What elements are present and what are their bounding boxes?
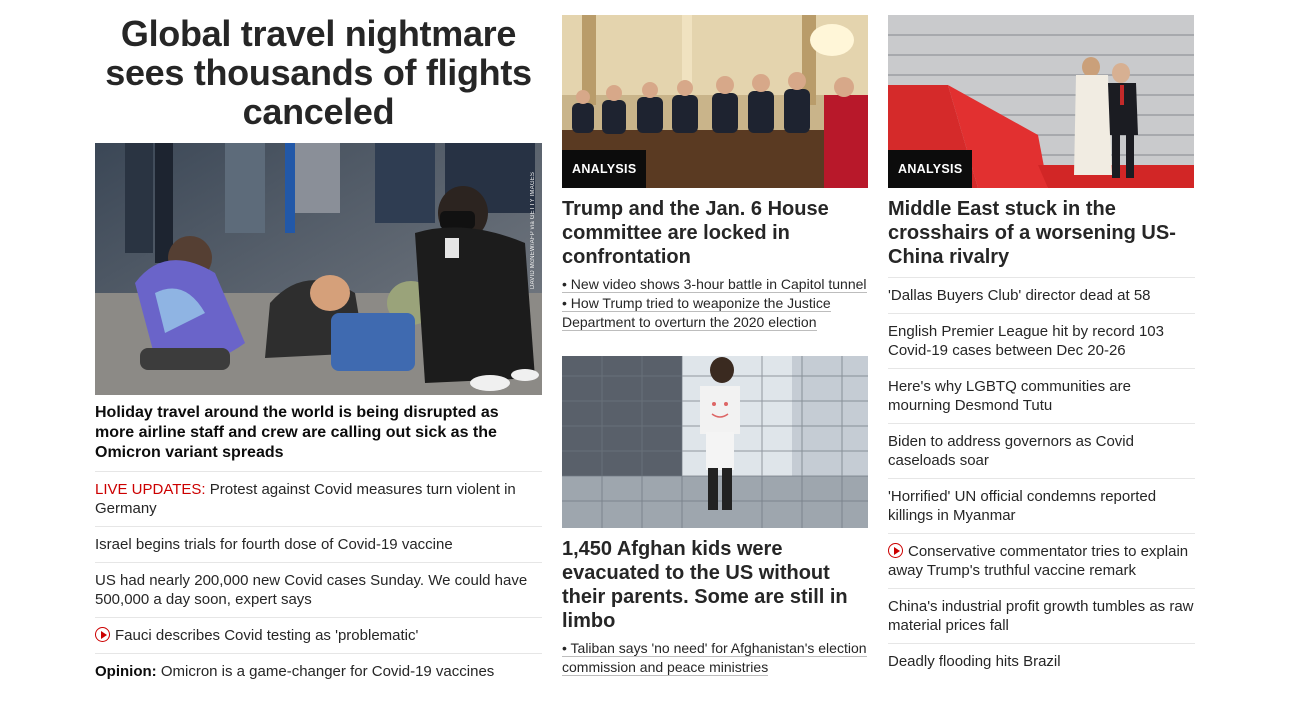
jan6-committee-image[interactable]: ANALYSIS bbox=[562, 15, 868, 188]
list-item-text: Conservative commentator tries to explai… bbox=[888, 543, 1189, 579]
list-item[interactable]: Fauci describes Covid testing as 'proble… bbox=[95, 618, 542, 654]
analysis-badge: ANALYSIS bbox=[888, 150, 973, 188]
list-item[interactable]: English Premier League hit by record 103… bbox=[888, 314, 1195, 369]
lead-story-image[interactable]: DAVID McNEW/AFP via GETTY IMAGES bbox=[95, 143, 542, 395]
live-updates-label: LIVE UPDATES: bbox=[95, 481, 206, 498]
list-item-text: Omicron is a game-changer for Covid-19 v… bbox=[156, 663, 495, 680]
list-item[interactable]: Biden to address governors as Covid case… bbox=[888, 424, 1195, 479]
lead-story-summary[interactable]: Holiday travel around the world is being… bbox=[95, 403, 542, 472]
lead-story-column: Global travel nightmare sees thousands o… bbox=[95, 0, 542, 689]
list-item-text: Biden to address governors as Covid case… bbox=[888, 433, 1134, 469]
list-item[interactable]: Israel begins trials for fourth dose of … bbox=[95, 527, 542, 563]
list-item-text: Here's why LGBTQ communities are mournin… bbox=[888, 378, 1131, 414]
list-item[interactable]: Here's why LGBTQ communities are mournin… bbox=[888, 369, 1195, 424]
list-item-text: English Premier League hit by record 103… bbox=[888, 323, 1164, 359]
list-item-text: US had nearly 200,000 new Covid cases Su… bbox=[95, 572, 528, 608]
list-item[interactable]: Opinion: Omicron is a game-changer for C… bbox=[95, 654, 542, 689]
list-item[interactable]: Deadly flooding hits Brazil bbox=[888, 644, 1195, 679]
afghan-kids-headline[interactable]: 1,450 Afghan kids were evacuated to the … bbox=[562, 537, 868, 633]
middle-column: ANALYSIS Trump and the Jan. 6 House comm… bbox=[562, 0, 868, 677]
afghan-kids-image[interactable] bbox=[562, 356, 868, 528]
list-item-text: Fauci describes Covid testing as 'proble… bbox=[115, 627, 419, 644]
list-item[interactable]: LIVE UPDATES: Protest against Covid meas… bbox=[95, 472, 542, 527]
play-video-icon bbox=[888, 543, 903, 558]
related-link[interactable]: • How Trump tried to weaponize the Justi… bbox=[562, 295, 831, 331]
lead-headline[interactable]: Global travel nightmare sees thousands o… bbox=[95, 14, 542, 131]
list-item[interactable]: China's industrial profit growth tumbles… bbox=[888, 589, 1195, 644]
list-item[interactable]: 'Dallas Buyers Club' director dead at 58 bbox=[888, 278, 1195, 314]
right-headlines-list: 'Dallas Buyers Club' director dead at 58… bbox=[888, 278, 1195, 679]
play-video-icon bbox=[95, 627, 110, 642]
afghan-related-links: • Taliban says 'no need' for Afghanistan… bbox=[562, 639, 868, 677]
photo-credit: DAVID McNEW/AFP via GETTY IMAGES bbox=[530, 171, 536, 289]
list-item-text: 'Horrified' UN official condemns reporte… bbox=[888, 488, 1157, 524]
opinion-label: Opinion: bbox=[95, 663, 157, 680]
afghan-child-photo bbox=[562, 356, 868, 528]
right-column: ANALYSIS Middle East stuck in the crossh… bbox=[888, 0, 1195, 679]
middle-east-headline[interactable]: Middle East stuck in the crosshairs of a… bbox=[888, 197, 1195, 278]
jan6-headline[interactable]: Trump and the Jan. 6 House committee are… bbox=[562, 197, 868, 269]
list-item-text: Deadly flooding hits Brazil bbox=[888, 653, 1061, 670]
travelers-photo bbox=[95, 143, 542, 395]
list-item[interactable]: Conservative commentator tries to explai… bbox=[888, 534, 1195, 589]
related-link[interactable]: • New video shows 3-hour battle in Capit… bbox=[562, 276, 867, 293]
list-item-text: 'Dallas Buyers Club' director dead at 58 bbox=[888, 287, 1151, 304]
list-item-text: China's industrial profit growth tumbles… bbox=[888, 598, 1194, 634]
analysis-badge: ANALYSIS bbox=[562, 150, 647, 188]
related-link[interactable]: • Taliban says 'no need' for Afghanistan… bbox=[562, 640, 867, 676]
jan6-related-links: • New video shows 3-hour battle in Capit… bbox=[562, 275, 868, 332]
list-item[interactable]: 'Horrified' UN official condemns reporte… bbox=[888, 479, 1195, 534]
list-item[interactable]: US had nearly 200,000 new Covid cases Su… bbox=[95, 563, 542, 618]
middle-east-image[interactable]: ANALYSIS bbox=[888, 15, 1194, 188]
list-item-text: Israel begins trials for fourth dose of … bbox=[95, 536, 453, 553]
lead-related-list: LIVE UPDATES: Protest against Covid meas… bbox=[95, 472, 542, 689]
